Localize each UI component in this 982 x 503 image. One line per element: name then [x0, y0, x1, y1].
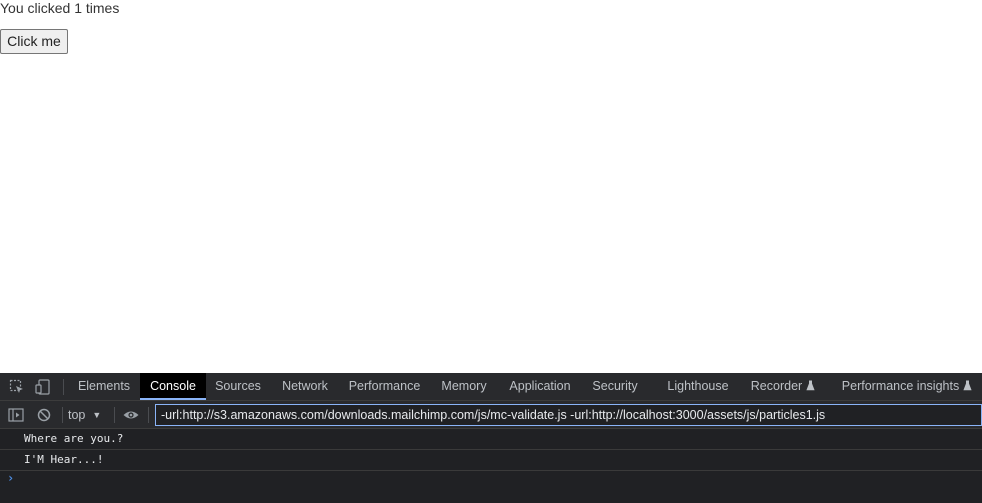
- live-expression-eye-icon[interactable]: [122, 406, 140, 424]
- console-message: Where are you.?: [0, 429, 982, 450]
- context-label: top: [68, 408, 86, 422]
- tab-performance[interactable]: Performance: [342, 373, 427, 400]
- tab-label: Sources: [215, 379, 261, 393]
- inspect-element-icon[interactable]: [8, 378, 26, 396]
- toolbar-separator: [62, 407, 63, 423]
- device-toolbar-icon[interactable]: [34, 378, 52, 396]
- devtools-panel: Elements Console Sources Network Perform…: [0, 373, 982, 503]
- tab-application[interactable]: Application: [500, 373, 580, 400]
- console-toolbar: top ▼: [0, 401, 982, 429]
- sidebar-toggle-icon[interactable]: [7, 406, 25, 424]
- tab-label: Security: [592, 379, 638, 393]
- console-message: I'M Hear...!: [0, 450, 982, 471]
- clear-console-icon[interactable]: [35, 406, 53, 424]
- toolbar-separator: [148, 407, 149, 423]
- tab-label: Elements: [77, 379, 131, 393]
- tab-recorder[interactable]: Recorder: [744, 373, 822, 400]
- tab-elements[interactable]: Elements: [70, 373, 138, 400]
- prompt-chevron-icon: ›: [7, 471, 15, 485]
- execution-context-select[interactable]: top ▼: [68, 406, 101, 424]
- tab-label: Application: [509, 379, 571, 393]
- toolbar-separator: [114, 407, 115, 423]
- tab-label: Network: [282, 379, 328, 393]
- tab-memory[interactable]: Memory: [432, 373, 496, 400]
- console-prompt[interactable]: ›: [0, 469, 982, 487]
- screen: You clicked 1 times Click me Elements Co…: [0, 0, 982, 503]
- page-viewport: You clicked 1 times Click me: [0, 0, 982, 373]
- click-count-text: You clicked 1 times: [0, 0, 120, 16]
- console-filter-input[interactable]: [155, 404, 982, 426]
- tab-label: Memory: [441, 379, 487, 393]
- console-input[interactable]: [24, 469, 974, 487]
- tab-label: Lighthouse: [667, 379, 729, 393]
- tab-label: Console: [150, 379, 196, 393]
- tab-performance-insights[interactable]: Performance insights: [838, 373, 976, 400]
- tab-network[interactable]: Network: [272, 373, 338, 400]
- console-messages: Where are you.? I'M Hear...!: [0, 429, 982, 471]
- tab-console[interactable]: Console: [140, 373, 206, 400]
- chevron-down-icon: ▼: [92, 410, 102, 420]
- devtools-tab-bar: Elements Console Sources Network Perform…: [0, 373, 982, 401]
- experimental-flask-icon: [806, 380, 815, 391]
- tab-label: Performance insights: [841, 379, 960, 393]
- tab-label: Performance: [348, 379, 421, 393]
- tab-separator: [63, 379, 64, 395]
- tab-lighthouse[interactable]: Lighthouse: [658, 373, 738, 400]
- tab-label: Recorder: [750, 379, 803, 393]
- click-me-button[interactable]: Click me: [0, 29, 68, 54]
- experimental-flask-icon: [963, 380, 972, 391]
- tab-security[interactable]: Security: [584, 373, 646, 400]
- tab-sources[interactable]: Sources: [208, 373, 268, 400]
